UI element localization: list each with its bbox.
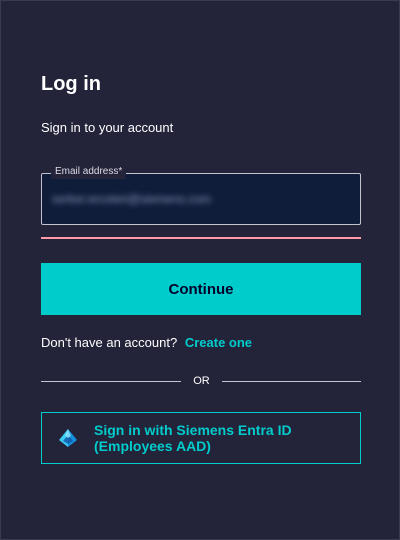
- azure-entra-icon: [57, 428, 79, 448]
- page-subtitle: Sign in to your account: [41, 120, 174, 135]
- sso-button-label: Sign in with Siemens Entra ID (Employees…: [94, 422, 292, 454]
- no-account-text: Don't have an account?: [41, 335, 178, 350]
- email-input[interactable]: [52, 186, 342, 212]
- divider-or: OR: [193, 375, 210, 387]
- email-field-error-underline: [41, 237, 361, 239]
- divider-left: [41, 381, 181, 382]
- email-field[interactable]: [41, 173, 361, 225]
- page-title: Log in: [41, 73, 101, 95]
- login-card: Log in Sign in to your account Email add…: [0, 0, 400, 540]
- continue-button[interactable]: Continue: [41, 263, 361, 315]
- siemens-entra-sso-button[interactable]: Sign in with Siemens Entra ID (Employees…: [41, 412, 361, 464]
- divider-right: [222, 381, 361, 382]
- email-field-label: Email address*: [51, 165, 127, 179]
- signup-prompt: Don't have an account? Create one: [41, 335, 252, 350]
- create-account-link[interactable]: Create one: [185, 335, 252, 350]
